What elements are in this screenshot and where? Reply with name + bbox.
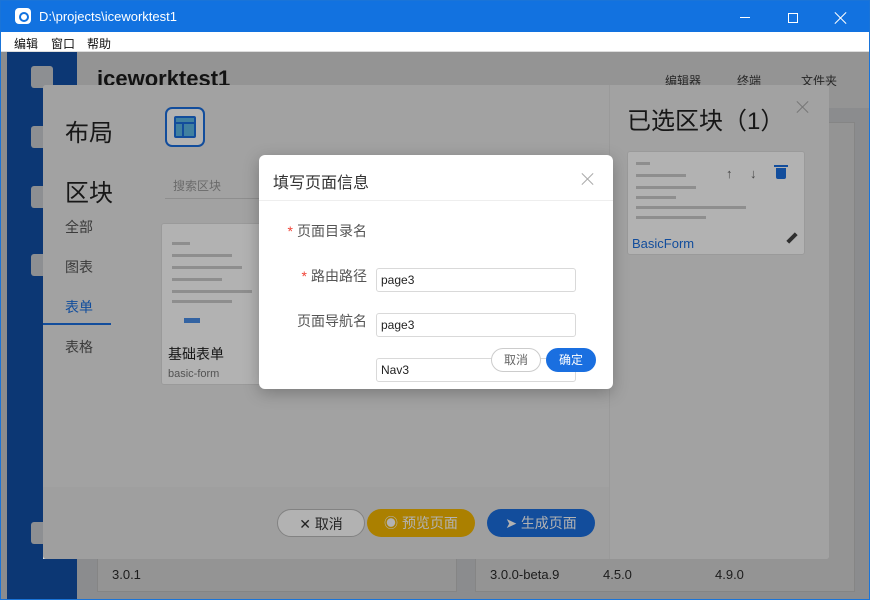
- field-label-text: 路由路径: [311, 268, 367, 284]
- minimize-button[interactable]: [722, 1, 768, 32]
- dialog-header: 填写页面信息: [259, 155, 613, 201]
- field-label-nav-name: 页面导航名: [297, 313, 367, 329]
- menu-help[interactable]: 帮助: [87, 35, 111, 52]
- dialog-cancel-button[interactable]: 取消: [491, 348, 541, 372]
- menu-window[interactable]: 窗口: [51, 35, 75, 52]
- page-info-dialog: 填写页面信息 *页面目录名 *路由路径 页面导航名 取消 确定: [259, 155, 613, 389]
- maximize-icon: [788, 12, 798, 23]
- route-path-input[interactable]: [376, 313, 576, 337]
- dialog-close-icon[interactable]: [581, 172, 595, 186]
- field-label-text: 页面目录名: [297, 223, 367, 239]
- menu-edit[interactable]: 编辑: [14, 35, 38, 52]
- required-mark: *: [287, 223, 293, 239]
- field-label-page-dir: * 页面目录名: [288, 221, 367, 241]
- dialog-title: 填写页面信息: [273, 175, 370, 192]
- title-bar: D:\projects\iceworktest1: [1, 1, 869, 32]
- dialog-ok-button[interactable]: 确定: [546, 348, 596, 372]
- app-icon: [15, 8, 31, 24]
- app-window: D:\projects\iceworktest1 编辑 窗口 帮助 icewor…: [0, 0, 870, 600]
- close-icon: [835, 12, 847, 24]
- page-dir-input[interactable]: [376, 268, 576, 292]
- required-mark: *: [301, 268, 307, 284]
- menu-bar: 编辑 窗口 帮助: [1, 32, 869, 52]
- field-label-route: * 路由路径: [302, 266, 367, 286]
- window-title: D:\projects\iceworktest1: [39, 9, 177, 24]
- close-window-button[interactable]: [818, 1, 864, 32]
- maximize-button[interactable]: [770, 1, 816, 32]
- minimize-icon: [740, 17, 750, 19]
